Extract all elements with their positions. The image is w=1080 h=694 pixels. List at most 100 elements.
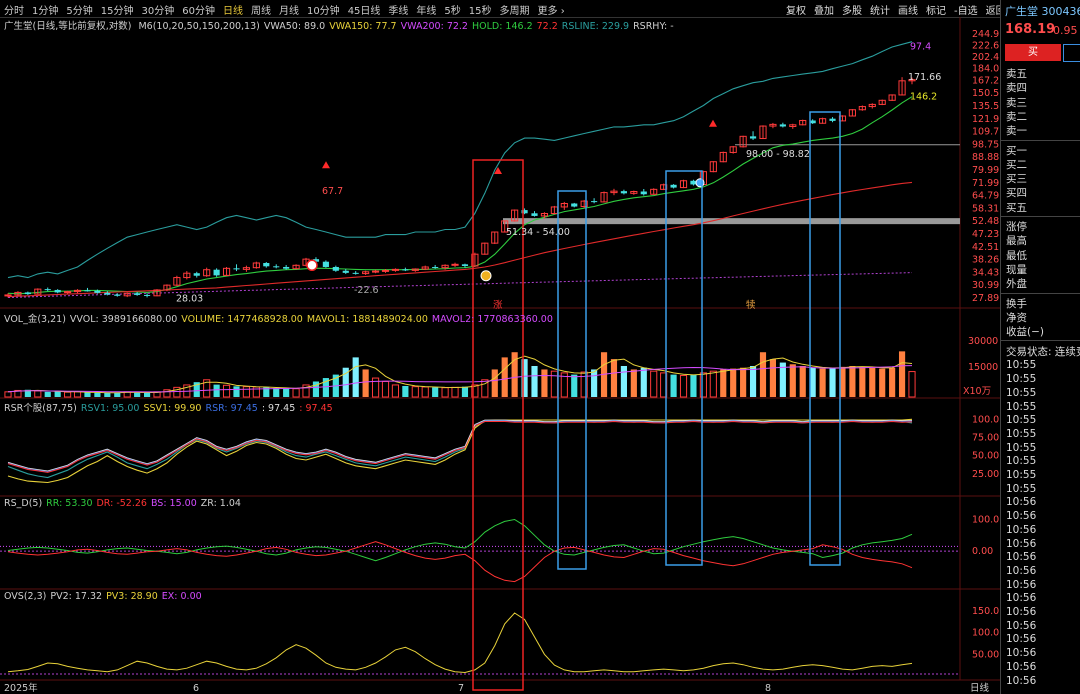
stock-change-pct: 0.95 bbox=[1053, 24, 1078, 37]
volume-bar-80 bbox=[799, 366, 806, 397]
candle-body-46 bbox=[461, 264, 469, 266]
candle-body-53 bbox=[531, 213, 538, 216]
rsd-ind-3: BS: 15.00 bbox=[150, 498, 197, 509]
buy-row-4: 买五 bbox=[1006, 201, 1027, 214]
candle-body-32 bbox=[322, 261, 329, 267]
tick-time-18: 10:56 bbox=[1006, 606, 1037, 618]
sell-row-1: 卖四 bbox=[1006, 82, 1027, 95]
volume-bar-50 bbox=[501, 357, 508, 397]
stat-row-2: 最低 bbox=[1006, 249, 1027, 262]
volume-bar-42 bbox=[421, 386, 429, 398]
tick-time-9: 10:55 bbox=[1006, 482, 1037, 495]
volume-bar-9 bbox=[94, 392, 101, 397]
candle-body-83 bbox=[829, 118, 836, 121]
main-annotation-2: 146.2 bbox=[910, 92, 937, 103]
candle-body-11 bbox=[114, 294, 121, 296]
volume-bar-88 bbox=[879, 368, 886, 397]
candle-body-37 bbox=[371, 270, 380, 273]
stat-row-4: 外盘 bbox=[1006, 278, 1027, 291]
volume-bar-21 bbox=[213, 384, 220, 397]
volume-bar-91 bbox=[908, 371, 916, 398]
rsd-y-tick-1: 0.00 bbox=[972, 546, 993, 557]
sell-button[interactable] bbox=[1063, 44, 1080, 62]
volume-bar-79 bbox=[789, 364, 796, 397]
main-annotation-8: 涨 bbox=[493, 300, 503, 311]
rsr-ind-1: RSV1: 95.00 bbox=[80, 403, 140, 414]
buy-row-2: 买三 bbox=[1006, 173, 1027, 186]
volume-bar-4 bbox=[44, 391, 51, 397]
volume-bar-69 bbox=[690, 374, 697, 397]
tick-time-2: 10:55 bbox=[1006, 386, 1037, 399]
rsd-ind-2: DR: -52.26 bbox=[96, 498, 147, 509]
main-y-tick-6: 135.5 bbox=[972, 101, 999, 112]
x-axis-label-0: 2025年 bbox=[4, 682, 38, 694]
signal-triangle-0 bbox=[322, 161, 330, 169]
vol-y-tick-1: 15000 bbox=[968, 362, 998, 373]
volume-bar-87 bbox=[869, 367, 876, 397]
volume-panel-title: VOL_金(3,21) VVOL: 3989166080.00 VOLUME: 14… bbox=[4, 311, 561, 325]
volume-bar-53 bbox=[531, 366, 538, 397]
candle-body-35 bbox=[352, 272, 359, 274]
marker-circle bbox=[306, 259, 318, 272]
candle-body-26 bbox=[263, 262, 270, 267]
candle-body-62 bbox=[620, 191, 627, 194]
volume-bar-35 bbox=[352, 357, 359, 397]
mavol1-line bbox=[7, 355, 913, 394]
stat-row-0: 涨停 bbox=[1006, 221, 1027, 233]
candle-body-5 bbox=[54, 289, 61, 293]
volume-bar-57 bbox=[571, 374, 578, 397]
rsr-panel-title: RSR个股(87,75) RSV1: 95.00 SSV1: 99.90 RSR: 9… bbox=[4, 400, 341, 414]
rsd-ind-4: ZR: 1.04 bbox=[200, 498, 241, 509]
main-y-tick-8: 109.7 bbox=[972, 127, 999, 138]
volume-bar-10 bbox=[104, 392, 111, 397]
main-y-tick-14: 58.31 bbox=[972, 203, 999, 214]
stat-row-1: 最高 bbox=[1006, 235, 1027, 248]
volume-bar-90 bbox=[898, 351, 906, 397]
main-y-tick-1: 222.6 bbox=[972, 41, 999, 52]
marker-circle-3 bbox=[695, 178, 705, 188]
rsr-ind-0: RSR个股(87,75) bbox=[4, 403, 77, 414]
candle-body-57 bbox=[571, 203, 578, 207]
main-title-text: 广生堂(日线,等比前复权,对数) bbox=[4, 21, 132, 32]
volume-bar-5 bbox=[54, 391, 61, 397]
main-annotation-6: 28.03 bbox=[176, 293, 203, 304]
candle-body-67 bbox=[670, 184, 677, 188]
main-y-tick-0: 244.9 bbox=[972, 29, 999, 40]
main-annotation-7: -22.6 bbox=[354, 285, 379, 296]
vol-ind-3: MAVOL1: 1881489024.00 bbox=[306, 314, 428, 325]
main-indicator-list: M6(10,20,50,150,200,13) VWA50: 89.0 VWA150… bbox=[138, 21, 677, 32]
candle-body-4 bbox=[44, 289, 51, 291]
extra-row-0: 换手 bbox=[1006, 297, 1027, 310]
candle-body-43 bbox=[432, 266, 439, 268]
tick-time-4: 10:55 bbox=[1006, 414, 1037, 427]
candle-body-33 bbox=[332, 266, 339, 271]
volume-bar-13 bbox=[134, 392, 141, 397]
tick-time-12: 10:56 bbox=[1006, 523, 1037, 536]
main-annotation-9: 犊 bbox=[746, 299, 756, 311]
ma-line-72.2 bbox=[7, 181, 913, 298]
main-y-tick-7: 121.9 bbox=[972, 114, 999, 125]
candle-body-9 bbox=[94, 290, 101, 293]
vol-unit: X10万 bbox=[963, 386, 991, 397]
main-y-tick-9: 98.75 bbox=[972, 139, 999, 150]
tick-time-23: 10:56 bbox=[1006, 674, 1037, 687]
volume-bar-49 bbox=[491, 369, 498, 397]
buy-button[interactable]: 买 bbox=[1005, 44, 1061, 61]
main-y-tick-15: 52.48 bbox=[972, 216, 999, 227]
marker-circle-2 bbox=[480, 270, 492, 282]
sell-row-2: 卖三 bbox=[1006, 96, 1027, 109]
tick-time-10: 10:56 bbox=[1006, 496, 1037, 509]
vol-ind-0: VOL_金(3,21) bbox=[4, 314, 66, 325]
candle-body-0 bbox=[4, 294, 12, 297]
tick-time-16: 10:56 bbox=[1006, 578, 1037, 591]
vol-ind-1: VVOL: 3989166080.00 bbox=[69, 314, 178, 325]
tick-time-7: 10:55 bbox=[1006, 455, 1037, 468]
chart-area: 244.9222.6202.4184.0167.2 150.5 135.5 121.9… bbox=[0, 17, 1000, 694]
rsr-line-SSV1 bbox=[7, 418, 913, 484]
candle-body-2 bbox=[24, 292, 31, 295]
main-y-tick-12: 71.99 bbox=[972, 178, 999, 189]
main-y-tick-10: 88.88 bbox=[972, 152, 999, 163]
volume-bar-54 bbox=[541, 369, 548, 397]
main-y-tick-21: 27.89 bbox=[972, 293, 999, 304]
extra-row-1: 净资 bbox=[1006, 311, 1027, 324]
